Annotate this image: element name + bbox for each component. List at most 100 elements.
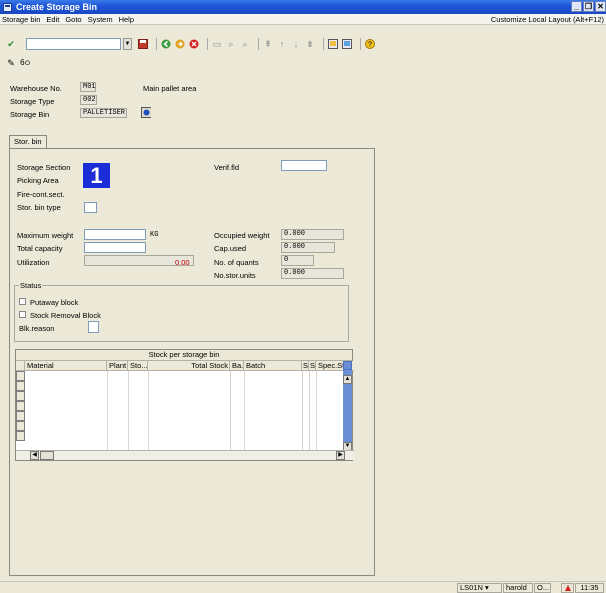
storage-bin-label: Storage Bin [10, 110, 50, 119]
bin-type-label: Stor. bin type [17, 203, 61, 212]
command-dropdown-icon[interactable]: ▼ [123, 38, 132, 50]
col-batch[interactable]: Batch [244, 361, 302, 370]
insert-mode: O... [534, 583, 551, 593]
status-bar: LS01N ▾ harold O... 11:35 [0, 581, 606, 593]
save-icon[interactable] [138, 39, 148, 49]
new-session-icon[interactable] [328, 39, 338, 49]
table-header: Material Plant Sto... Total Stock Ba... … [16, 361, 354, 371]
blk-reason-field[interactable] [88, 321, 99, 333]
display-glasses-icon[interactable]: 6ഠ [20, 58, 30, 68]
standard-toolbar: ✔ ▼ ▭ ⌕ ⌕ ⇞ ↑ ↓ ⇟ ? [0, 36, 606, 52]
sap-logo-icon [561, 583, 574, 593]
verif-fld-field[interactable] [281, 160, 327, 171]
scroll-up-icon[interactable]: ▲ [343, 375, 352, 384]
total-capacity-field[interactable] [84, 242, 146, 253]
storage-type-label: Storage Type [10, 97, 55, 106]
row-selector-column [16, 371, 25, 441]
tab-stor-bin[interactable]: Stor. bin [9, 135, 47, 148]
menu-edit[interactable]: Edit [46, 15, 59, 24]
bin-type-field[interactable] [84, 202, 97, 213]
utilization-value: 0.00 [175, 258, 190, 267]
toolbar-separator [156, 38, 157, 50]
storage-type-field[interactable]: 002 [80, 95, 97, 105]
menu-help[interactable]: Help [119, 15, 134, 24]
first-page-icon[interactable]: ⇞ [263, 39, 273, 49]
warehouse-label: Warehouse No. [10, 84, 62, 93]
back-icon[interactable] [161, 39, 171, 49]
row-selector[interactable] [16, 411, 25, 421]
col-material[interactable]: Material [25, 361, 107, 370]
menu-goto[interactable]: Goto [65, 15, 81, 24]
max-weight-label: Maximum weight [17, 231, 74, 240]
col-ba[interactable]: Ba... [230, 361, 244, 370]
occupied-weight-field: 0.000 [281, 229, 344, 240]
find-icon[interactable]: ⌕ [226, 39, 236, 49]
warehouse-field[interactable]: M01 [80, 82, 96, 92]
select-all-header[interactable] [16, 361, 25, 370]
customize-layout-button[interactable]: Customize Local Layout (Alt+F12) [491, 15, 604, 24]
help-icon[interactable]: ? [365, 39, 375, 49]
cancel-icon[interactable] [189, 39, 199, 49]
menu-storage-bin[interactable]: Storage bin [2, 15, 40, 24]
scroll-thumb[interactable] [40, 451, 54, 460]
row-selector[interactable] [16, 391, 25, 401]
next-page-icon[interactable]: ↓ [291, 39, 301, 49]
dropdown-icon: ▾ [485, 583, 489, 592]
scroll-left-icon[interactable]: ◀ [30, 451, 39, 460]
storage-bin-field[interactable]: PALLETISER [80, 108, 127, 118]
marker-badge: 1 [83, 163, 110, 188]
window-title: Create Storage Bin [16, 2, 98, 12]
minimize-icon[interactable]: _ [571, 1, 582, 12]
storage-section-label: Storage Section [17, 163, 71, 172]
col-s2[interactable]: S [309, 361, 316, 370]
edit-pencil-icon[interactable]: ✎ [6, 58, 16, 68]
total-capacity-label: Total capacity [17, 244, 63, 253]
fire-cont-label: Fire-cont.sect. [17, 190, 65, 199]
previous-page-icon[interactable]: ↑ [277, 39, 287, 49]
row-selector[interactable] [16, 371, 25, 381]
stock-per-bin-table: Stock per storage bin Material Plant Sto… [15, 349, 354, 461]
enter-check-icon[interactable]: ✔ [6, 39, 16, 49]
column-settings-icon[interactable] [343, 361, 352, 370]
shortcut-icon[interactable] [342, 39, 352, 49]
no-stor-units-label: No.stor.units [214, 271, 256, 280]
cap-used-field: 0.000 [281, 242, 335, 253]
svg-text:?: ? [368, 42, 372, 49]
command-field[interactable] [26, 38, 121, 50]
col-plant[interactable]: Plant [107, 361, 128, 370]
copy-bin-icon[interactable] [141, 106, 151, 118]
find-next-icon[interactable]: ⌕ [240, 39, 250, 49]
col-total-stock[interactable]: Total Stock [148, 361, 230, 370]
menu-system[interactable]: System [88, 15, 113, 24]
row-selector[interactable] [16, 431, 25, 441]
col-s1[interactable]: S [302, 361, 309, 370]
vertical-scrollbar[interactable]: ▲ ▼ [343, 361, 352, 451]
status-group-title: Status [19, 281, 43, 290]
putaway-block-checkbox[interactable] [19, 298, 26, 305]
no-stor-units-field: 0.000 [281, 268, 344, 279]
exit-icon[interactable] [175, 39, 185, 49]
putaway-block-label: Putaway block [30, 298, 79, 307]
stock-removal-block-checkbox[interactable] [19, 311, 26, 318]
max-weight-field[interactable] [84, 229, 146, 240]
warehouse-description: Main pallet area [143, 84, 197, 93]
col-storage-location[interactable]: Sto... [128, 361, 148, 370]
picking-area-label: Picking Area [17, 176, 59, 185]
sap-window-icon [3, 2, 12, 12]
print-icon[interactable]: ▭ [212, 39, 222, 49]
restore-icon[interactable]: ❐ [583, 1, 594, 12]
transaction-code-text: LS01N [460, 583, 483, 592]
window-controls: _ ❐ ✕ [571, 1, 606, 12]
row-selector[interactable] [16, 401, 25, 411]
transaction-code[interactable]: LS01N ▾ [457, 583, 502, 593]
row-selector[interactable] [16, 381, 25, 391]
scroll-right-icon[interactable]: ▶ [336, 451, 345, 460]
utilization-label: Utilization [17, 258, 50, 267]
cap-used-label: Cap.used [214, 244, 247, 253]
close-icon[interactable]: ✕ [595, 1, 606, 12]
horizontal-scrollbar[interactable]: ◀ ▶ [16, 450, 354, 460]
col-spec-stock[interactable]: Spec.Stock [316, 361, 344, 370]
title-bar: Create Storage Bin _ ❐ ✕ [0, 0, 606, 14]
last-page-icon[interactable]: ⇟ [305, 39, 315, 49]
row-selector[interactable] [16, 421, 25, 431]
